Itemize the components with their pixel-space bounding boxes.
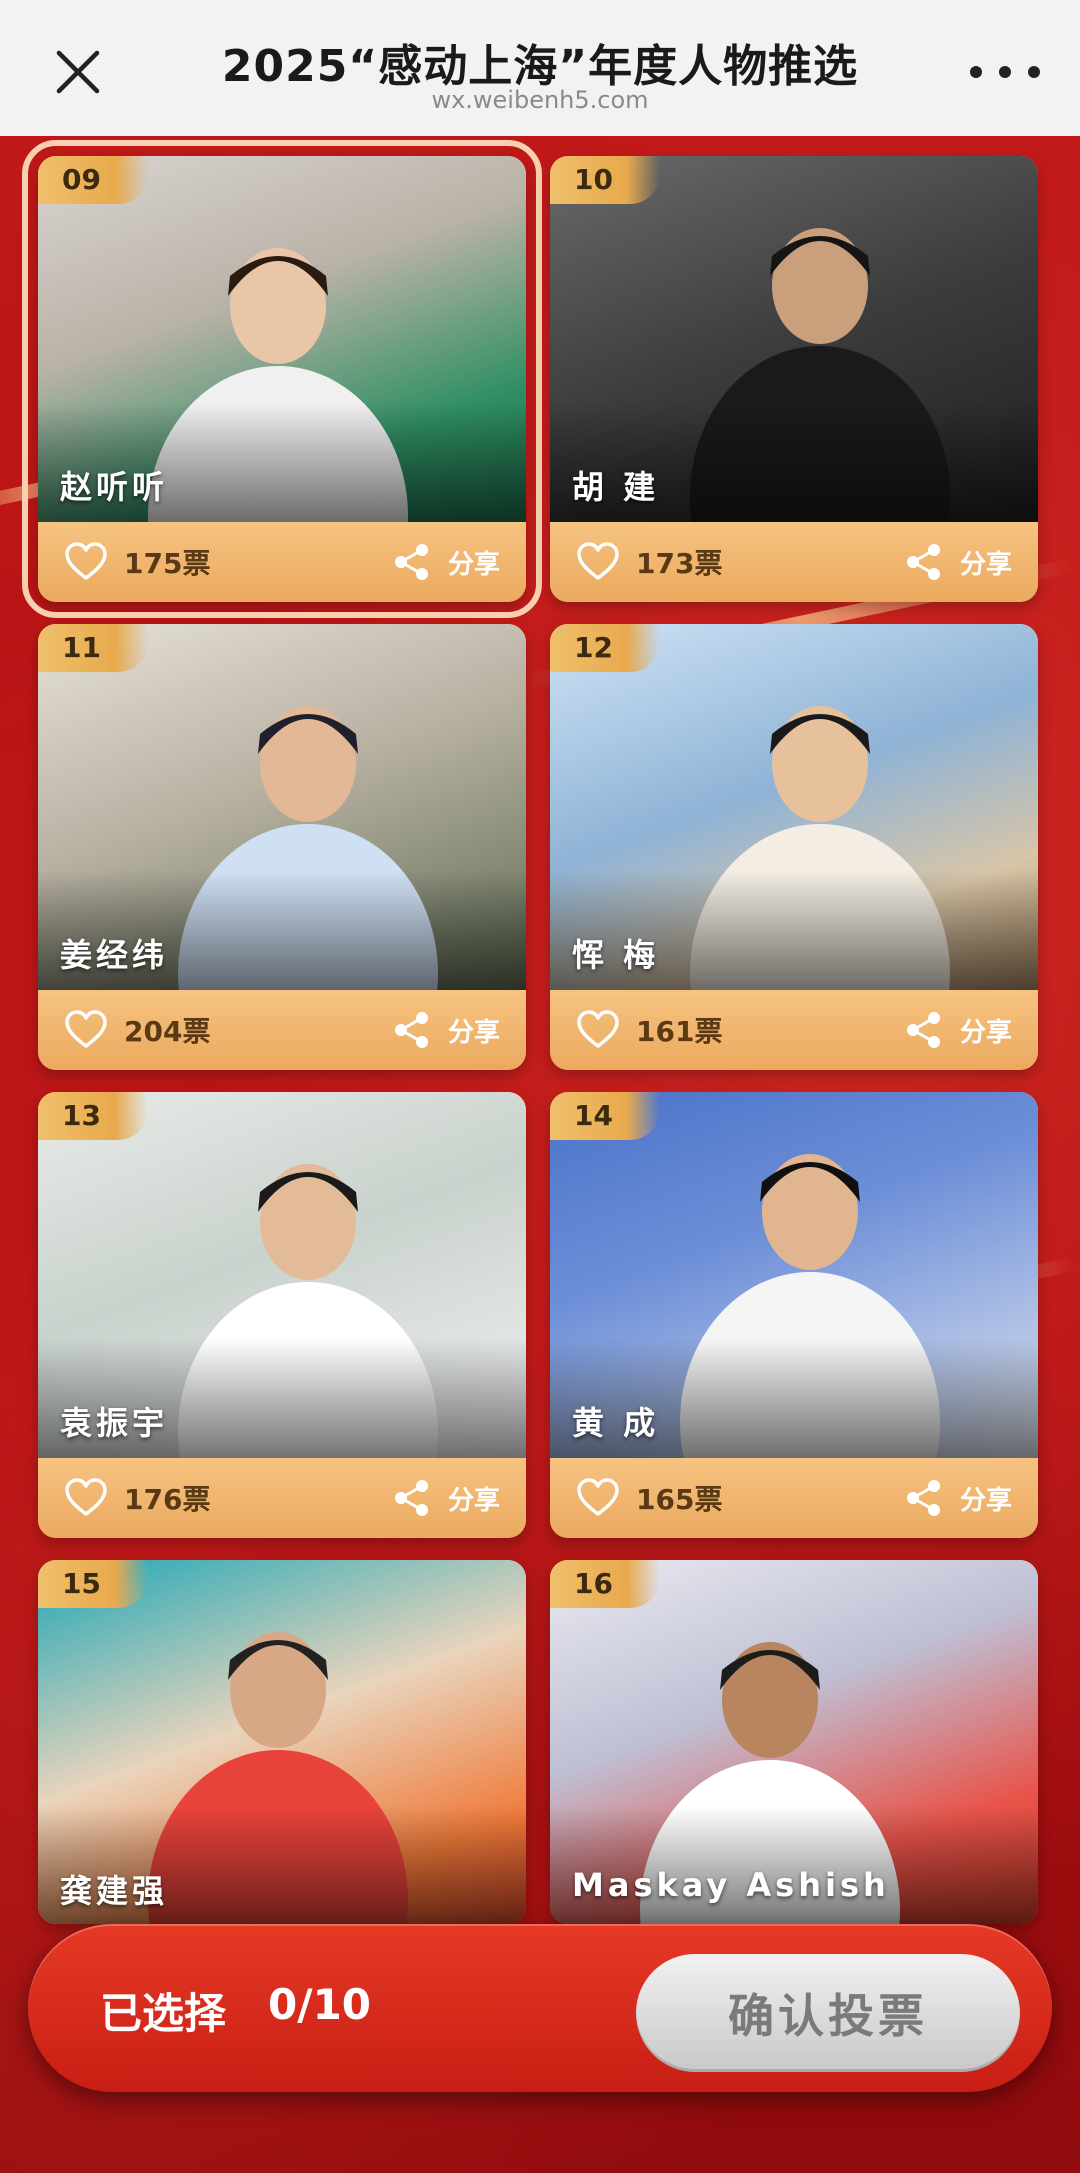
heart-icon [577, 1010, 619, 1048]
heart-icon [65, 542, 107, 580]
vote-bar: 176票 分享 [38, 1458, 526, 1538]
more-options-button[interactable] [970, 54, 1040, 90]
share-label: 分享 [447, 549, 500, 580]
heart-icon [65, 1010, 107, 1048]
selection-bar: 已选择 0/10 确认投票 [28, 1924, 1052, 2092]
candidate-name: 赵听听 [60, 468, 169, 506]
candidate-name: 黄 成 [572, 1404, 660, 1442]
heart-icon [65, 1478, 107, 1516]
vote-count: 161票 [636, 1015, 723, 1048]
page-domain: wx.weibenh5.com [431, 86, 649, 114]
share-button[interactable]: 分享 [392, 542, 500, 582]
share-label: 分享 [447, 1017, 500, 1048]
selected-count: 0/10 [268, 1980, 372, 2029]
share-icon [906, 1012, 940, 1048]
share-icon [394, 1012, 428, 1048]
selected-label: 已选择 [100, 1989, 227, 2038]
candidate-card[interactable]: 16 Maskay Ashish [550, 1560, 1038, 1924]
page-title: 2025“感动上海”年度人物推选 [221, 41, 859, 92]
like-button[interactable]: 161票 [576, 1010, 722, 1050]
vote-count: 173票 [636, 547, 723, 580]
share-icon [394, 1480, 428, 1516]
vote-bar: 173票 分享 [550, 522, 1038, 602]
vote-count: 204票 [124, 1015, 211, 1048]
more-icon [970, 66, 982, 78]
candidate-card[interactable]: 09 赵听听 175票 分享 [22, 140, 542, 618]
candidate-number-badge: 13 [38, 1092, 148, 1140]
candidate-name: 袁振宇 [60, 1404, 169, 1442]
candidate-card[interactable]: 13 袁振宇 176票 分享 [38, 1092, 526, 1538]
vote-bar: 165票 分享 [550, 1458, 1038, 1538]
candidate-number-badge: 09 [38, 156, 148, 204]
share-icon [394, 544, 428, 580]
candidate-card[interactable]: 15 龚建强 [38, 1560, 526, 1924]
share-label: 分享 [447, 1485, 500, 1516]
vote-count: 165票 [636, 1483, 723, 1516]
candidate-card[interactable]: 11 姜经纬 204票 分享 [38, 624, 526, 1070]
candidate-number-badge: 12 [550, 624, 660, 672]
share-icon [906, 1480, 940, 1516]
like-button[interactable]: 176票 [64, 1478, 210, 1518]
top-navigation-bar: 2025“感动上海”年度人物推选 wx.weibenh5.com [0, 0, 1080, 136]
candidate-name: 恽 梅 [572, 936, 660, 974]
share-button[interactable]: 分享 [904, 1478, 1012, 1518]
like-button[interactable]: 173票 [576, 542, 722, 582]
share-label: 分享 [959, 1017, 1012, 1048]
share-button[interactable]: 分享 [392, 1478, 500, 1518]
like-button[interactable]: 165票 [576, 1478, 722, 1518]
confirm-vote-button[interactable]: 确认投票 [636, 1954, 1020, 2072]
heart-icon [577, 542, 619, 580]
share-button[interactable]: 分享 [904, 542, 1012, 582]
candidate-name: Maskay Ashish [572, 1866, 890, 1904]
candidate-number-badge: 15 [38, 1560, 148, 1608]
candidate-name: 姜经纬 [60, 936, 169, 974]
candidate-number-badge: 11 [38, 624, 148, 672]
like-button[interactable]: 204票 [64, 1010, 210, 1050]
candidate-number-badge: 10 [550, 156, 660, 204]
candidate-card[interactable]: 14 黄 成 165票 分享 [550, 1092, 1038, 1538]
vote-bar: 175票 分享 [38, 522, 526, 602]
heart-icon [577, 1478, 619, 1516]
vote-bar: 204票 分享 [38, 990, 526, 1070]
share-label: 分享 [959, 549, 1012, 580]
candidate-name: 胡 建 [572, 468, 660, 506]
vote-count: 175票 [124, 547, 211, 580]
vote-count: 176票 [124, 1483, 211, 1516]
candidate-card[interactable]: 10 胡 建 173票 分享 [550, 156, 1038, 602]
share-button[interactable]: 分享 [904, 1010, 1012, 1050]
candidate-card[interactable]: 12 恽 梅 161票 分享 [550, 624, 1038, 1070]
share-label: 分享 [959, 1485, 1012, 1516]
vote-bar: 161票 分享 [550, 990, 1038, 1070]
candidate-number-badge: 16 [550, 1560, 660, 1608]
candidate-name: 龚建强 [60, 1872, 169, 1910]
share-button[interactable]: 分享 [392, 1010, 500, 1050]
share-icon [906, 544, 940, 580]
candidate-number-badge: 14 [550, 1092, 660, 1140]
like-button[interactable]: 175票 [64, 542, 210, 582]
